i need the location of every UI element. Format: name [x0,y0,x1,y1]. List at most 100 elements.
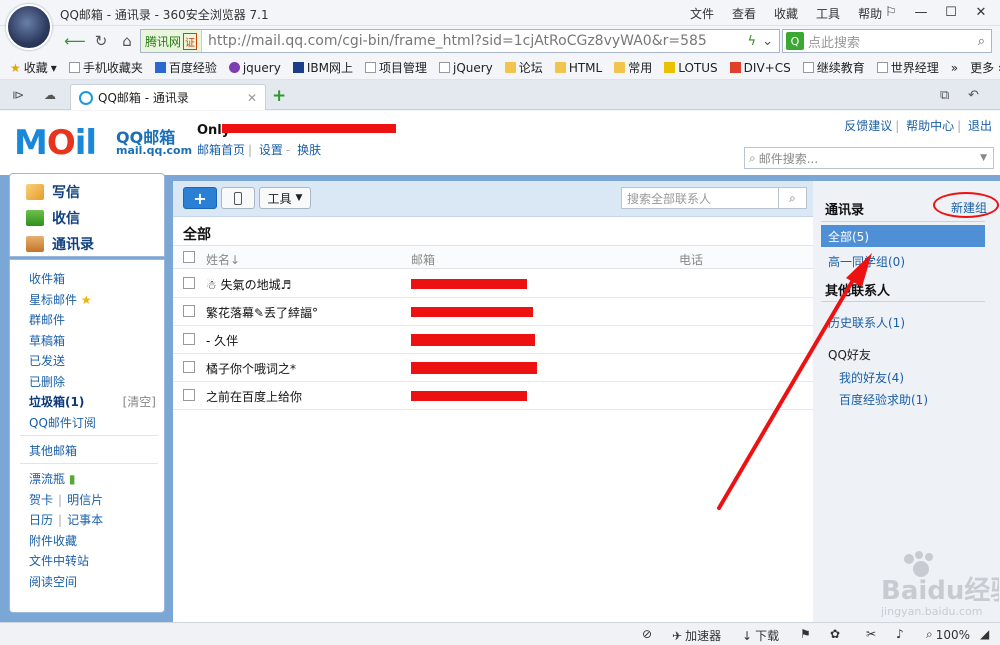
chevron-down-icon[interactable]: ⌄ [762,34,773,49]
contact-name[interactable]: 繁花落幕✎丢了緈諨° [206,304,318,321]
row-checkbox[interactable] [183,389,195,401]
contact-search-input[interactable]: 搜索全部联系人 ⌕ [621,187,807,209]
search-engine-icon[interactable]: Q [786,32,804,50]
bookmark-item[interactable]: 手机收藏夹 [68,59,143,76]
baidu-help-link[interactable]: 百度经验求助(1) [839,391,928,408]
refresh-icon[interactable]: ↻ [90,30,112,52]
lightning-icon[interactable]: ϟ [748,34,757,49]
logout-link[interactable]: 退出 [968,119,992,133]
resize-grip-icon[interactable]: ◢ [980,627,989,641]
menu-file[interactable]: 文件 [690,5,714,22]
cloud-icon[interactable]: ☁ [44,88,56,102]
bookmark-more[interactable]: 更多 » [970,59,1000,76]
search-icon[interactable]: ⌕ [978,34,985,49]
my-friends-link[interactable]: 我的好友(4) [839,369,904,386]
bookmark-item[interactable]: 论坛 [504,59,543,76]
receive-button[interactable]: 收信 [26,208,80,228]
menu-tools[interactable]: 工具 [816,5,840,22]
minimize-button[interactable]: — [906,1,936,23]
change-skin-link[interactable]: 换肤 [297,143,321,157]
tab-close-icon[interactable]: ✕ [247,91,257,105]
bookmark-item[interactable]: 常用 [614,59,652,76]
add-contact-button[interactable]: + [183,187,217,209]
search-icon[interactable]: ⌕ [778,188,806,208]
download-button[interactable]: ↓ 下载 [742,627,779,644]
tab-qq-mail[interactable]: QQ邮箱 - 通讯录 ✕ [70,84,266,110]
skin-icon[interactable]: ⚐ [876,1,906,23]
tools-dropdown[interactable]: 工具 ▼ [259,187,311,209]
folder-subscriptions[interactable]: QQ邮件订阅 [29,414,96,431]
mailbox-home-link[interactable]: 邮箱首页 [197,143,245,157]
row-checkbox[interactable] [183,305,195,317]
folder-reading-space[interactable]: 阅读空间 [29,573,77,590]
clear-spam-link[interactable]: [清空] [123,393,156,410]
table-row[interactable]: - 久伴 [173,326,813,354]
menu-view[interactable]: 查看 [732,5,756,22]
chevron-down-icon[interactable]: ▼ [980,153,987,163]
bookmark-item[interactable]: 项目管理 [364,59,427,76]
row-checkbox[interactable] [183,277,195,289]
column-name[interactable]: 姓名↓ [206,251,240,268]
maximize-button[interactable]: ☐ [936,1,966,23]
folder-drafts[interactable]: 草稿箱 [29,332,65,349]
bookmark-item[interactable]: 百度经验 [154,59,217,76]
close-button[interactable]: ✕ [966,1,996,23]
contacts-button[interactable]: 通讯录 [26,234,94,254]
contact-name[interactable]: - 久伴 [206,332,238,349]
screenshot-icon[interactable]: ✂ [866,627,876,641]
folder-file-transfer[interactable]: 文件中转站 [29,552,89,569]
qq-friends-heading[interactable]: QQ好友 [828,346,871,363]
browser-search-box[interactable]: Q 点此搜索 ⌕ [782,29,992,53]
security-icon[interactable]: ⊘ [642,627,652,641]
new-tab-button[interactable]: + [272,86,286,106]
bookmark-item[interactable]: LOTUS [664,61,718,75]
table-row[interactable]: 橘子你个哦词之* [173,354,813,382]
history-contacts-link[interactable]: 历史联系人(1) [828,314,905,331]
url-text[interactable]: http://mail.qq.com/cgi-bin/frame_html?si… [208,33,708,49]
contact-name[interactable]: ☃ 失氣の地城♬ [206,276,291,293]
phone-sync-button[interactable] [221,187,255,209]
bookmark-item[interactable]: DIV+CS [729,61,791,75]
url-bar[interactable]: 腾讯网证 http://mail.qq.com/cgi-bin/frame_ht… [140,29,780,53]
folder-sent[interactable]: 已发送 [29,352,65,369]
bookmark-item[interactable]: 继续教育 [802,59,865,76]
undo-close-icon[interactable]: ↶ [968,88,979,103]
help-center-link[interactable]: 帮助中心 [906,119,954,133]
folder-other-mailboxes[interactable]: 其他邮箱 [29,442,77,459]
contact-name[interactable]: 橘子你个哦词之* [206,360,296,377]
mail-search-input[interactable]: ⌕ 邮件搜索... ▼ [744,147,994,169]
user-avatar[interactable] [6,4,52,50]
feedback-link[interactable]: 反馈建议 [844,119,892,133]
sidebar-toggle-icon[interactable]: ⧐ [12,88,24,102]
contact-name[interactable]: 之前在百度上给你 [206,388,302,405]
folder-group-mail[interactable]: 群邮件 [29,311,65,328]
bookmark-item[interactable]: IBM网上 [292,59,353,76]
folder-calendar[interactable]: 日历 | 记事本 [29,511,103,528]
zoom-control[interactable]: ⌕ 100% [926,627,970,642]
compose-button[interactable]: 写信 [26,182,80,202]
accelerator-button[interactable]: ✈ 加速器 [672,627,721,644]
certificate-badge[interactable]: 腾讯网证 [141,30,203,52]
bookmark-overflow[interactable]: » [951,61,958,75]
menu-favorites[interactable]: 收藏 [774,5,798,22]
folder-attachments[interactable]: 附件收藏 [29,532,77,549]
bookmark-item[interactable]: jQuery [438,61,493,75]
bookmark-item[interactable]: 世界经理 [876,59,939,76]
volume-icon[interactable]: ♪ [896,627,904,641]
table-row[interactable]: ☃ 失氣の地城♬ [173,270,813,298]
flag-icon[interactable]: ⚑ [800,627,811,641]
mail-logo[interactable]: MOil [14,123,97,163]
folder-deleted[interactable]: 已删除 [29,373,65,390]
folder-inbox[interactable]: 收件箱 [29,270,65,287]
skin-palette-icon[interactable]: ✿ [830,627,840,641]
group-high-school[interactable]: 高一同学组(0) [828,253,905,270]
restore-tabs-icon[interactable]: ⧉ [940,88,949,103]
select-all-checkbox[interactable] [183,251,195,263]
bookmark-favorites[interactable]: ★ 收藏 ▾ [10,59,57,76]
group-all[interactable]: 全部(5) [821,225,985,247]
folder-spam[interactable]: 垃圾箱(1) [29,393,84,410]
row-checkbox[interactable] [183,333,195,345]
folder-starred[interactable]: 星标邮件 ★ [29,291,92,308]
back-arrow-icon[interactable]: ⟵ [64,30,86,52]
table-row[interactable]: 繁花落幕✎丢了緈諨° [173,298,813,326]
